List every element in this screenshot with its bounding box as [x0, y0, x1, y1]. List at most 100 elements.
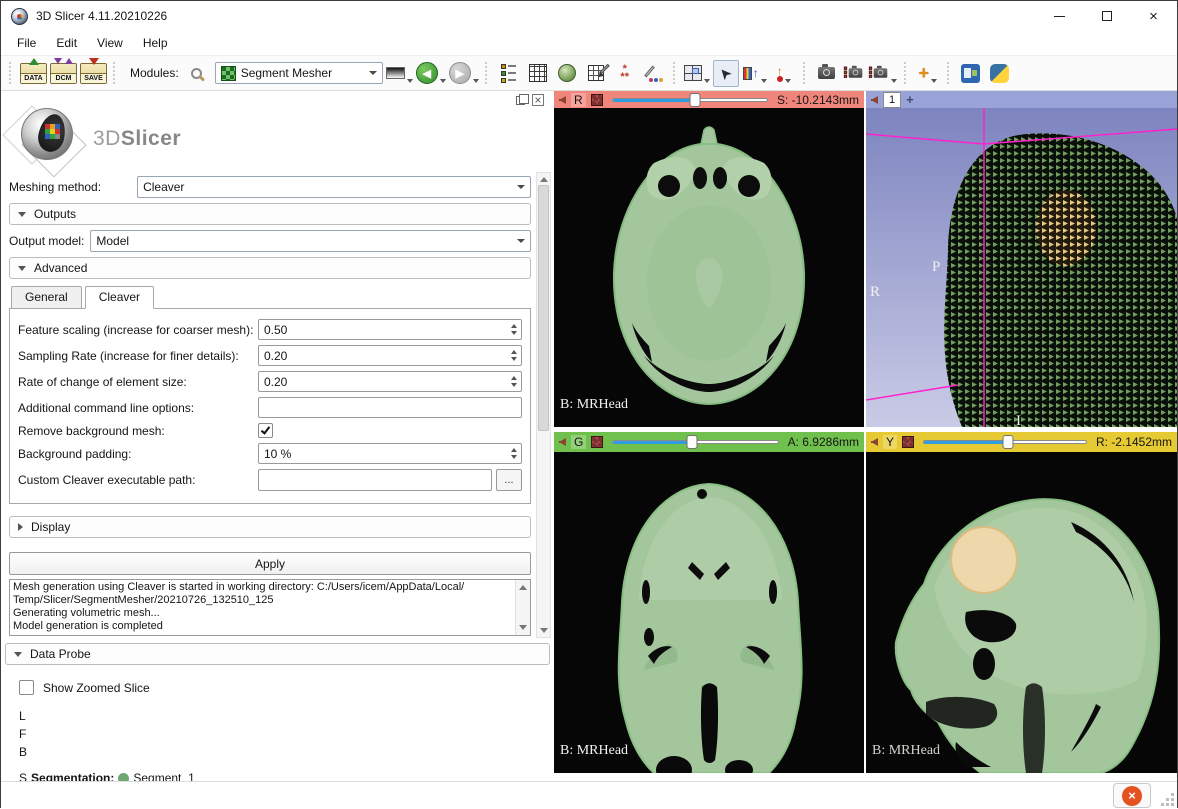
crosshair-small-icon[interactable]: +: [906, 93, 914, 106]
maximize-button[interactable]: [1083, 1, 1130, 31]
scene-view-capture-button[interactable]: [843, 60, 869, 87]
python-console-button[interactable]: [987, 60, 1013, 87]
error-log-button[interactable]: ×: [1113, 783, 1151, 808]
pin-icon[interactable]: [559, 96, 566, 104]
mouse-interaction-button[interactable]: ➤: [713, 60, 739, 87]
module-history-button[interactable]: [386, 60, 413, 87]
tab-cleaver[interactable]: Cleaver: [85, 286, 154, 309]
data-probe-header[interactable]: Data Probe: [5, 643, 550, 665]
minimize-button[interactable]: [1036, 1, 1083, 31]
module-search-button[interactable]: [186, 60, 212, 87]
transforms-button[interactable]: ***: [612, 60, 638, 87]
mesh-edit-button[interactable]: [583, 60, 609, 87]
slider-handle[interactable]: [689, 93, 700, 107]
module-back-button[interactable]: ◀: [416, 60, 446, 87]
menu-file[interactable]: File: [7, 33, 46, 53]
slice-menu-icon[interactable]: [591, 94, 603, 106]
place-markup-button[interactable]: ↑: [771, 60, 797, 87]
module-selector[interactable]: Segment Mesher: [215, 62, 383, 84]
chevron-down-icon: [761, 79, 767, 83]
green-slice-slider[interactable]: [612, 435, 778, 449]
transforms-icon: ***: [620, 65, 629, 81]
log-scrollbar[interactable]: [515, 580, 530, 635]
red-slice-viewport[interactable]: B: MRHead: [554, 108, 864, 430]
chevron-down-icon: [440, 79, 446, 83]
scroll-down-icon[interactable]: [540, 628, 548, 633]
advanced-section-header[interactable]: Advanced: [9, 257, 531, 279]
dicom-button[interactable]: DCM: [50, 60, 77, 87]
forward-arrow-icon: ▶: [449, 62, 471, 84]
layout-selector-button[interactable]: [684, 60, 710, 87]
sampling-rate-spinbox[interactable]: 0.20: [258, 345, 522, 366]
red-slice-controller: R S: -10.2143mm: [554, 91, 864, 108]
load-data-icon: DATA: [20, 63, 47, 84]
display-section-header[interactable]: Display: [9, 516, 531, 538]
show-zoomed-slice-checkbox[interactable]: [19, 680, 34, 695]
crosshair-button[interactable]: +: [915, 60, 941, 87]
output-model-combo[interactable]: Model: [90, 230, 531, 252]
volume-rendering-button[interactable]: [554, 60, 580, 87]
pin-icon[interactable]: [559, 438, 566, 446]
panel-scrollbar[interactable]: [536, 172, 551, 638]
panel-undock-icon[interactable]: [516, 96, 525, 105]
cli-options-input[interactable]: [258, 397, 522, 418]
panel-close-icon[interactable]: ×: [532, 94, 544, 106]
close-icon: ×: [1149, 9, 1158, 24]
green-slice-offset: A: 6.9286mm: [788, 435, 859, 449]
slicer-logo-icon: [9, 106, 87, 172]
yellow-slice-viewport[interactable]: B: MRHead: [866, 452, 1177, 776]
slider-handle[interactable]: [1003, 435, 1014, 449]
menu-help[interactable]: Help: [133, 33, 178, 53]
browse-button[interactable]: ...: [496, 469, 522, 491]
module-forward-button[interactable]: ▶: [449, 60, 479, 87]
slice-menu-icon[interactable]: [591, 436, 603, 448]
green-view-letter: G: [571, 435, 586, 449]
scrollbar-thumb[interactable]: [538, 185, 549, 431]
load-data-button[interactable]: DATA: [20, 60, 47, 87]
apply-button[interactable]: Apply: [9, 552, 531, 575]
search-icon: [191, 68, 202, 79]
remove-background-checkbox[interactable]: [258, 423, 273, 438]
screenshot-button[interactable]: [814, 60, 840, 87]
tab-general[interactable]: General: [11, 286, 82, 309]
scene-camera-icon: [849, 68, 863, 78]
red-slice-slider[interactable]: [612, 93, 768, 107]
window-level-icon: ↑: [743, 67, 759, 80]
window-level-button[interactable]: ↑: [742, 60, 768, 87]
extensions-manager-button[interactable]: [958, 60, 984, 87]
module-finder-button[interactable]: [496, 60, 522, 87]
green-slice-viewport[interactable]: B: MRHead: [554, 452, 864, 776]
check-icon: [261, 424, 270, 434]
spin-down-icon: [511, 383, 517, 387]
close-button[interactable]: ×: [1130, 1, 1177, 31]
pin-icon[interactable]: [871, 96, 878, 104]
scroll-up-icon[interactable]: [540, 177, 548, 182]
slider-handle[interactable]: [687, 435, 698, 449]
log-line: Model generation is completed: [13, 620, 512, 633]
status-log: Mesh generation using Cleaver is started…: [9, 579, 531, 636]
chevron-down-icon: [785, 79, 791, 83]
save-button[interactable]: SAVE: [80, 60, 107, 87]
rate-of-change-spinbox[interactable]: 0.20: [258, 371, 522, 392]
pin-icon[interactable]: [871, 438, 878, 446]
mesh-sphere-icon: [558, 64, 576, 82]
outputs-section-header[interactable]: Outputs: [9, 203, 531, 225]
scene-view-restore-button[interactable]: [872, 60, 898, 87]
feature-scaling-spinbox[interactable]: 0.50: [258, 319, 522, 340]
place-markup-icon: ↑: [777, 65, 783, 82]
cleaver-path-combo[interactable]: [258, 469, 492, 491]
sample-data-button[interactable]: [525, 60, 551, 87]
segment-paint-button[interactable]: [641, 60, 667, 87]
meshing-method-combo[interactable]: Cleaver: [137, 176, 531, 198]
menu-view[interactable]: View: [87, 33, 133, 53]
menu-edit[interactable]: Edit: [46, 33, 87, 53]
slice-menu-icon[interactable]: [902, 436, 914, 448]
chevron-down-icon: [931, 79, 937, 83]
spin-down-icon: [511, 455, 517, 459]
resize-grip[interactable]: [1171, 803, 1174, 806]
yellow-slice-slider[interactable]: [923, 435, 1087, 449]
threed-viewport[interactable]: R P I: [866, 108, 1177, 430]
yellow-slice-offset: R: -2.1452mm: [1096, 435, 1172, 449]
collapsed-arrow-icon: [18, 523, 23, 531]
background-padding-spinbox[interactable]: 10 %: [258, 443, 522, 464]
